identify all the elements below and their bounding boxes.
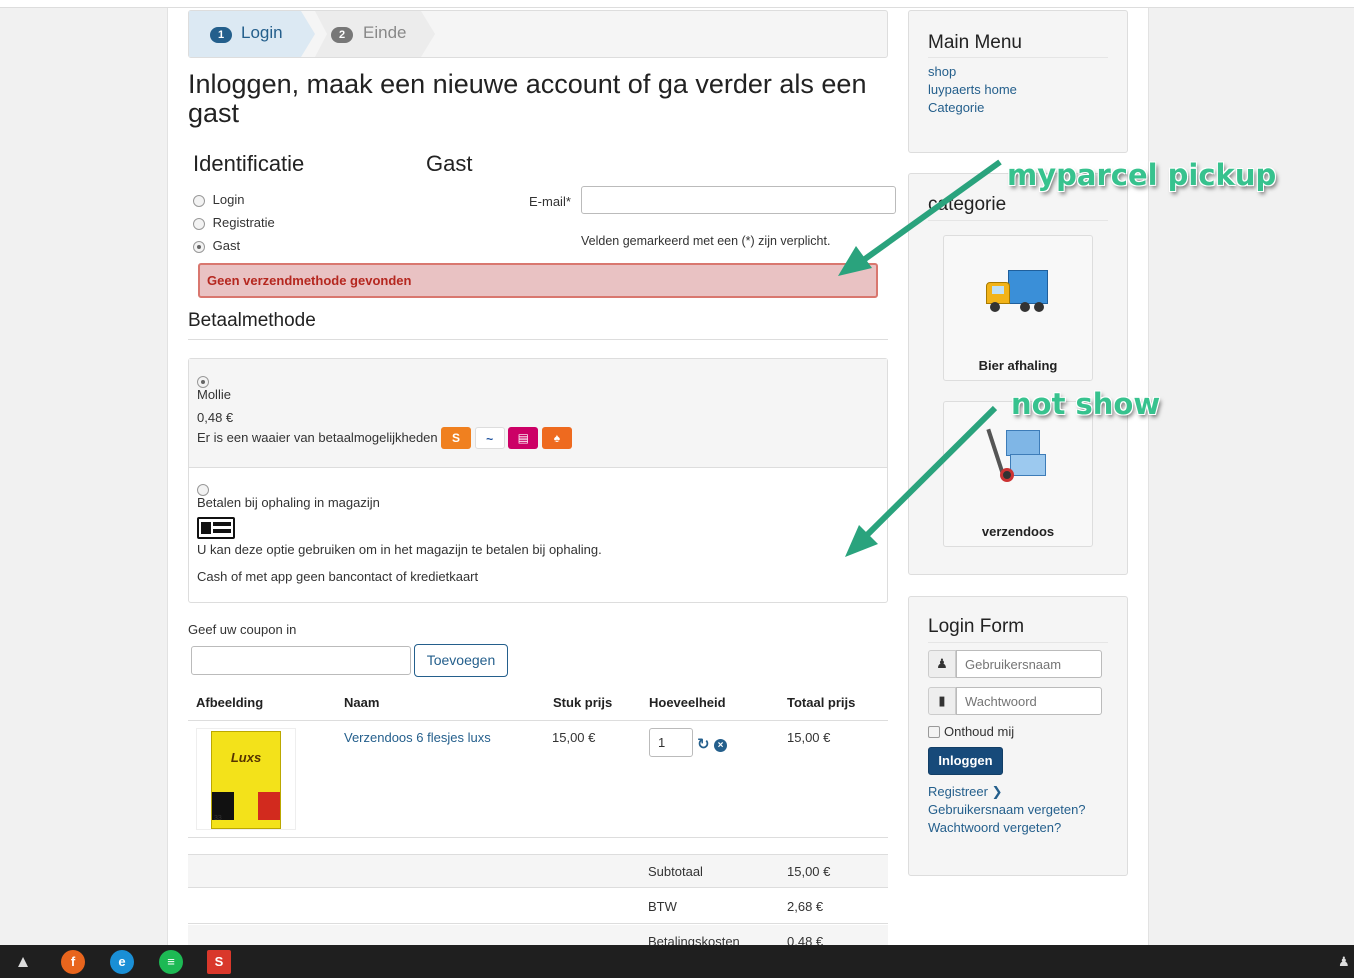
person-icon[interactable]: ♟	[1338, 954, 1350, 970]
annotation-arrows	[838, 159, 1002, 557]
start-icon[interactable]: ▲	[11, 950, 35, 974]
annotation-pickup: myparcel pickup	[1007, 158, 1277, 192]
firefox-icon[interactable]: f	[61, 950, 85, 974]
spotify-icon[interactable]: ≡	[159, 950, 183, 974]
edge-icon[interactable]: e	[110, 950, 134, 974]
annotation-not-show: not show	[1011, 387, 1161, 421]
taskbar: ▲ f e ≡ S ♟	[0, 945, 1354, 978]
app-s-icon[interactable]: S	[207, 950, 231, 974]
